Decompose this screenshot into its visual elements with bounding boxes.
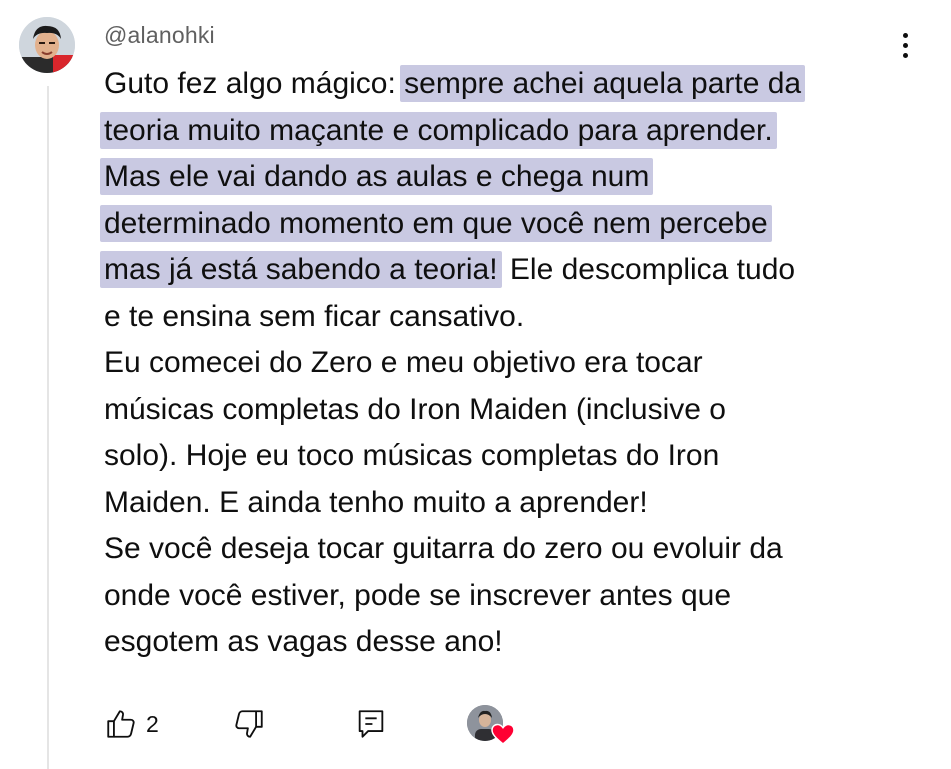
- comment-line: solo). Hoje eu toco músicas completas do…: [104, 433, 904, 480]
- comment-text-run: Ele descomplica tudo: [501, 253, 796, 286]
- comment-line: músicas completas do Iron Maiden (inclus…: [104, 387, 904, 434]
- highlighted-text: teoria muito maçante e complicado para a…: [100, 111, 777, 149]
- comment-line: Eu comecei do Zero e meu objetivo era to…: [104, 340, 904, 387]
- comment-line: e te ensina sem ficar cansativo.: [104, 294, 904, 341]
- reply-comment-icon: [358, 710, 384, 738]
- comment-text-run: onde você estiver, pode se inscrever ant…: [104, 578, 732, 612]
- like-button[interactable]: 2: [104, 700, 159, 748]
- comment-line: mas já está sabendo a teoria! Ele descom…: [100, 247, 904, 294]
- thumbs-down-icon: [235, 710, 263, 738]
- comment-text-run: e te ensina sem ficar cansativo.: [104, 299, 525, 333]
- comment-author[interactable]: @alanohki: [104, 22, 215, 49]
- thread-line: [47, 86, 49, 769]
- highlighted-text: Mas ele vai dando as aulas e chega num: [100, 158, 654, 195]
- highlighted-text: sempre achei aquela parte da: [400, 65, 806, 102]
- more-vertical-icon[interactable]: [890, 30, 920, 62]
- comment-text-run: Se você deseja tocar guitarra do zero ou…: [104, 532, 783, 565]
- comment-text-run: esgotem as vagas desse ano!: [104, 625, 503, 658]
- comment-text-run: Guto fez algo mágico:: [104, 67, 405, 100]
- highlighted-text: mas já está sabendo a teoria!: [100, 251, 502, 288]
- comment-line: Mas ele vai dando as aulas e chega num: [100, 154, 904, 201]
- comment-text-run: solo). Hoje eu toco músicas completas do…: [104, 439, 720, 472]
- comment-line: onde você estiver, pode se inscrever ant…: [104, 573, 904, 620]
- comment-line: teoria muito maçante e complicado para a…: [100, 108, 904, 155]
- comment-text-run: músicas completas do Iron Maiden (inclus…: [104, 392, 726, 426]
- heart-icon: [491, 723, 515, 745]
- comment-line: Guto fez algo mágico: sempre achei aquel…: [104, 61, 904, 108]
- comment-actions: 2: [104, 700, 604, 748]
- like-count: 2: [146, 710, 159, 737]
- comment-line: Se você deseja tocar guitarra do zero ou…: [104, 526, 904, 573]
- comment-text-run: Eu comecei do Zero e meu objetivo era to…: [104, 346, 703, 379]
- comment-line: Maiden. E ainda tenho muito a aprender!: [104, 480, 904, 527]
- highlighted-text: determinado momento em que você nem perc…: [100, 204, 772, 242]
- comment-line: determinado momento em que você nem perc…: [100, 201, 904, 248]
- avatar[interactable]: [19, 17, 75, 73]
- dislike-button[interactable]: [232, 700, 266, 748]
- comment-line: esgotem as vagas desse ano!: [104, 619, 904, 666]
- comment-text: Guto fez algo mágico: sempre achei aquel…: [100, 61, 904, 666]
- thumbs-up-icon: [107, 710, 135, 738]
- comment-text-run: Maiden. E ainda tenho muito a aprender!: [104, 485, 648, 519]
- avatar-image: [19, 17, 75, 73]
- reply-button[interactable]: [354, 700, 388, 748]
